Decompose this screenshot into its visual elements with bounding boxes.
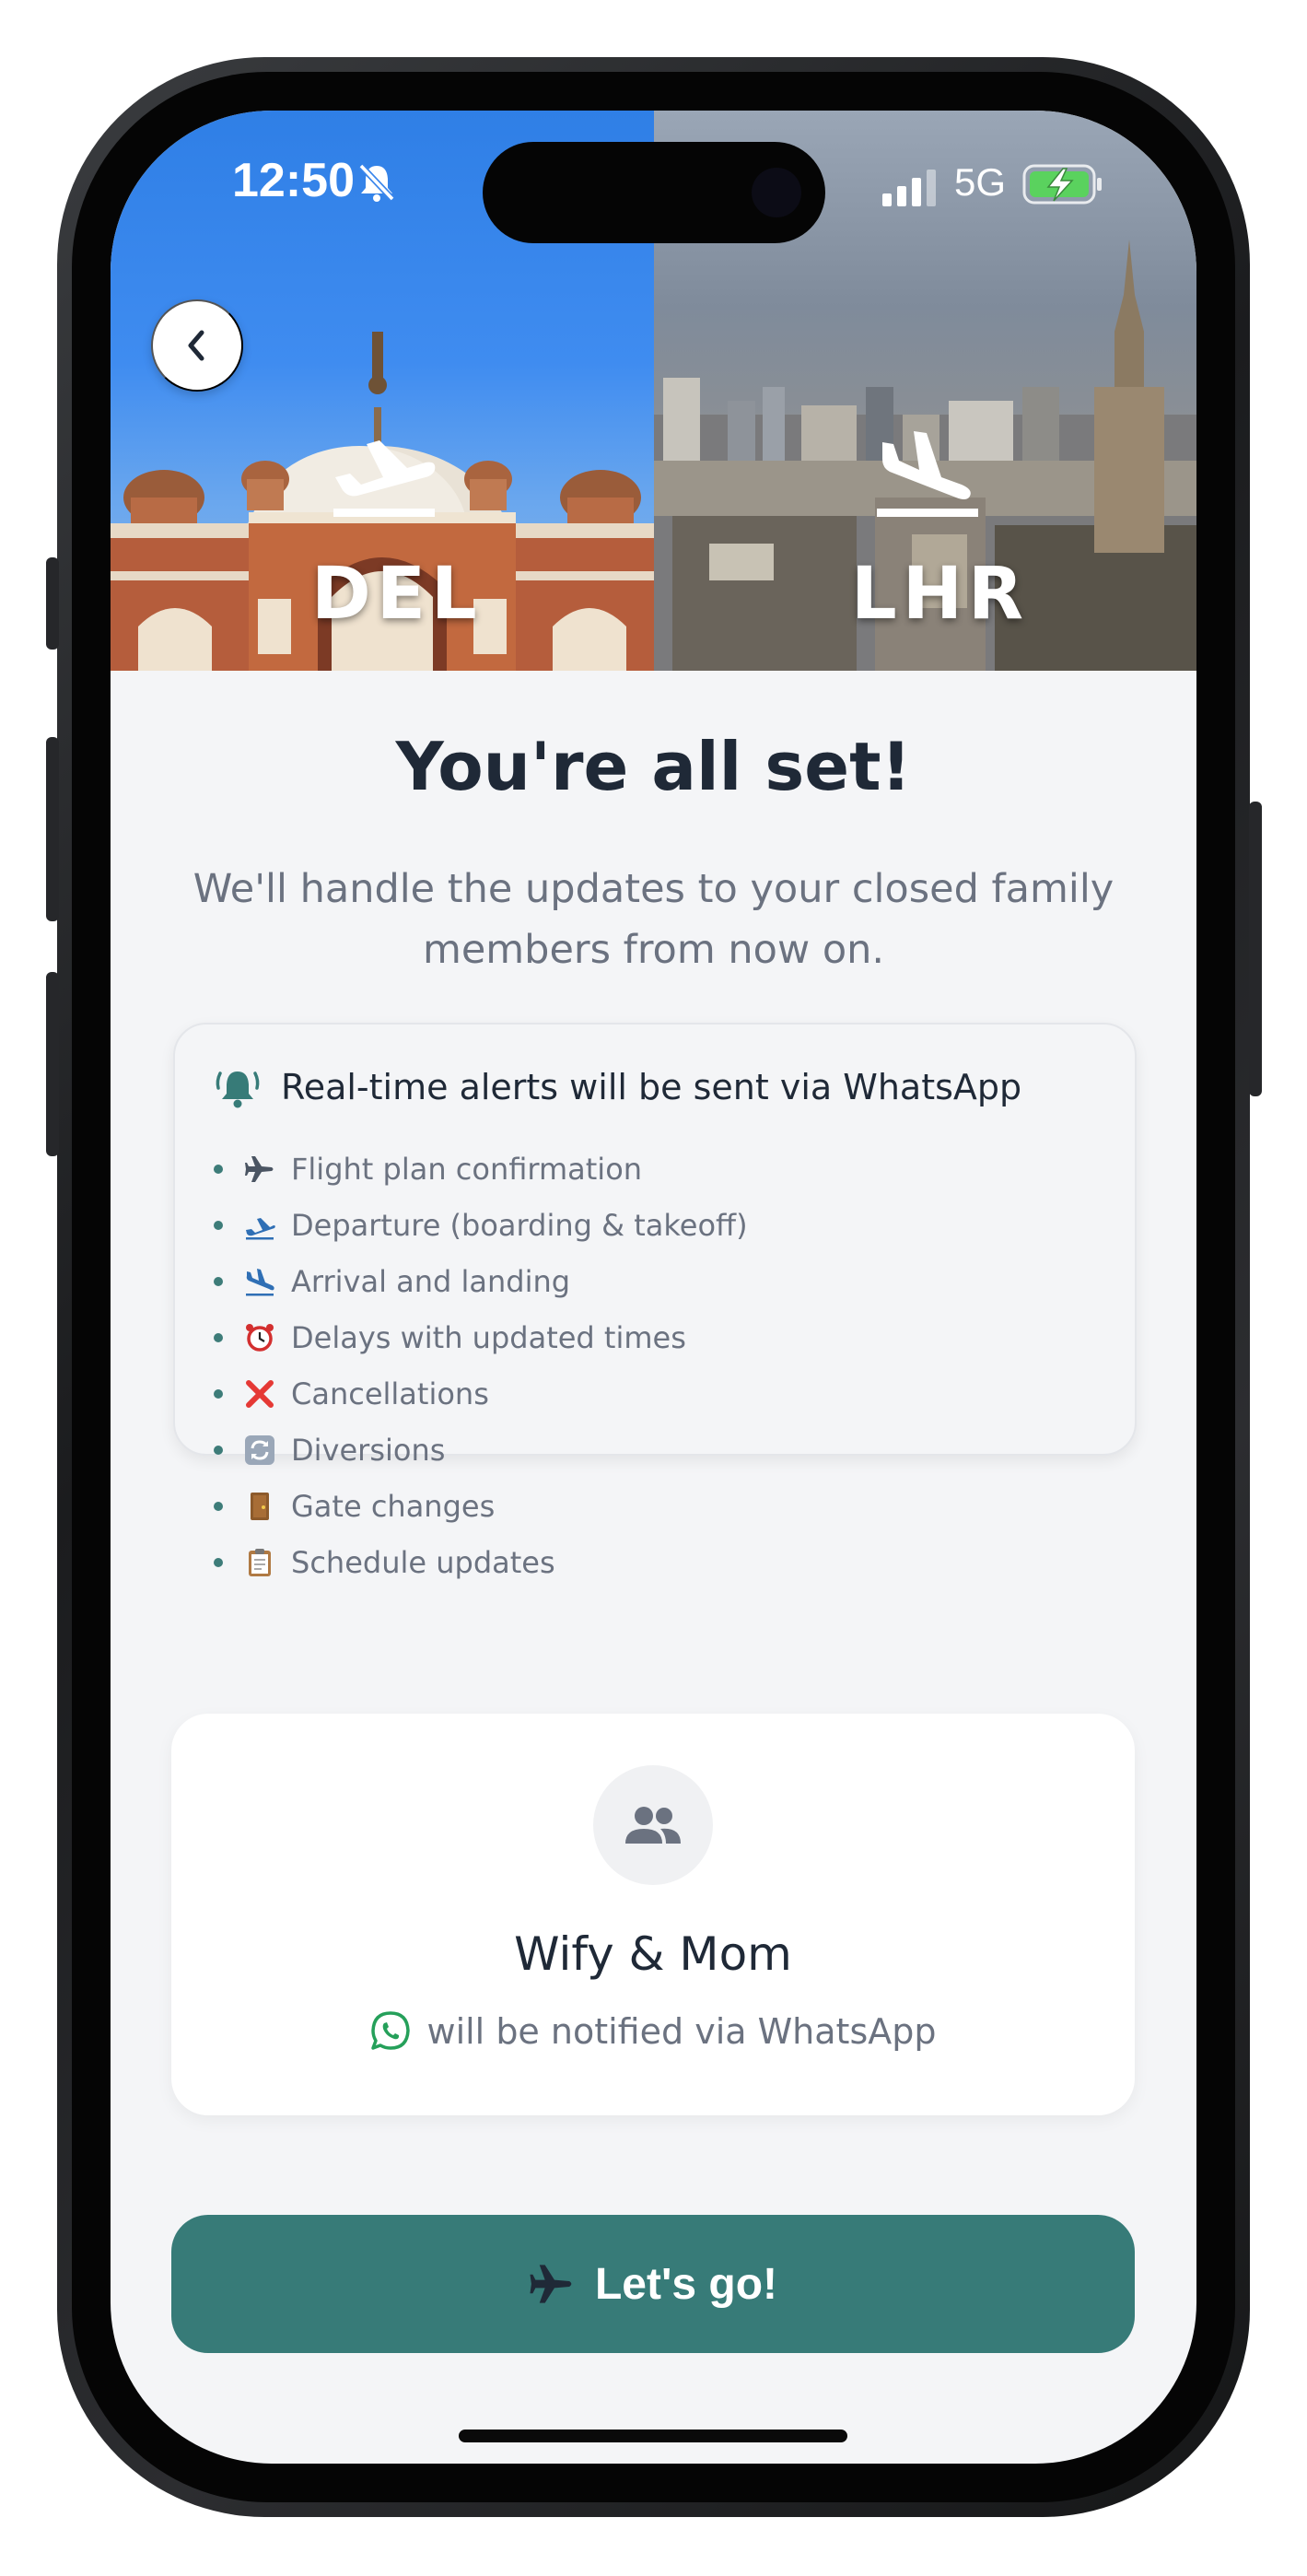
contact-card: Wify & Mom will be notified via WhatsApp: [171, 1714, 1135, 2115]
alerts-heading: Real-time alerts will be sent via WhatsA…: [281, 1067, 1022, 1107]
alert-item: Schedule updates: [214, 1534, 748, 1590]
plane-arrival-icon: [877, 431, 978, 517]
contact-name: Wify & Mom: [514, 1927, 792, 1981]
network-type: 5G: [954, 160, 1007, 204]
destination-code: LHR: [851, 553, 1030, 636]
alert-label: Departure (boarding & takeoff): [291, 1207, 748, 1243]
alert-label: Cancellations: [291, 1376, 489, 1411]
bullet-dot: [214, 1220, 223, 1230]
signal-bars-icon: [882, 170, 936, 206]
page-subtitle: We'll handle the updates to your closed …: [193, 866, 1114, 973]
origin-code: DEL: [311, 553, 483, 636]
bullet-dot: [214, 1445, 223, 1455]
bell-ringing-icon: [216, 1071, 260, 1108]
alert-label: Schedule updates: [291, 1544, 555, 1580]
alert-types-list: Flight plan confirmation Departure (boar…: [214, 1141, 748, 1590]
lets-go-button[interactable]: Let's go!: [171, 2215, 1135, 2353]
people-group-icon: [625, 1807, 681, 1844]
chevron-left-icon: [188, 330, 204, 361]
bullet-dot: [214, 1557, 223, 1567]
clipboard-icon: [243, 1546, 276, 1579]
alert-label: Arrival and landing: [291, 1263, 571, 1299]
alert-item: Arrival and landing: [214, 1253, 748, 1309]
volume-down-button: [46, 972, 59, 1156]
door-icon: [243, 1490, 276, 1523]
departure-icon: [243, 1209, 276, 1242]
airplane-icon: [243, 1153, 276, 1186]
alert-item: Cancellations: [214, 1365, 748, 1422]
alert-label: Diversions: [291, 1432, 446, 1468]
arrows-cycle-icon: [243, 1434, 276, 1467]
bell-slash-icon: [358, 163, 395, 202]
bullet-dot: [214, 1501, 223, 1511]
alert-item: Flight plan confirmation: [214, 1141, 748, 1197]
screen: DEL LHR 12:50 5G You're all set! We'll h…: [111, 111, 1196, 2464]
whatsapp-icon: [371, 2011, 411, 2050]
bullet-dot: [214, 1164, 223, 1174]
bullet-dot: [214, 1388, 223, 1399]
alert-label: Gate changes: [291, 1488, 496, 1524]
back-button[interactable]: [151, 299, 243, 392]
home-indicator[interactable]: [459, 2430, 847, 2442]
airplane-icon: [530, 2265, 572, 2303]
alert-item: Departure (boarding & takeoff): [214, 1197, 748, 1253]
status-time: 12:50: [232, 154, 355, 207]
alert-item: Diversions: [214, 1422, 748, 1478]
avatar: [593, 1765, 713, 1885]
page-title: You're all set!: [395, 728, 912, 805]
cross-mark-icon: [243, 1377, 276, 1411]
alert-item: Gate changes: [214, 1478, 748, 1534]
plane-departure-icon: [333, 440, 436, 517]
front-camera: [752, 168, 801, 217]
bullet-dot: [214, 1332, 223, 1342]
power-button: [1249, 802, 1262, 1096]
lets-go-label: Let's go!: [594, 2259, 778, 2309]
action-button: [46, 557, 59, 650]
alert-label: Flight plan confirmation: [291, 1151, 643, 1187]
arrival-icon: [243, 1265, 276, 1298]
route-hero: DEL LHR 12:50 5G: [111, 111, 1196, 671]
alarm-clock-icon: [243, 1321, 276, 1354]
notification-note-text: will be notified via WhatsApp: [426, 2011, 937, 2052]
alerts-card: Real-time alerts will be sent via WhatsA…: [173, 1023, 1137, 1580]
alert-label: Delays with updated times: [291, 1319, 686, 1355]
battery-charging-icon: [1022, 164, 1102, 205]
alert-item: Delays with updated times: [214, 1309, 748, 1365]
volume-up-button: [46, 737, 59, 921]
notification-note: will be notified via WhatsApp: [171, 2010, 1135, 2053]
bullet-dot: [214, 1276, 223, 1286]
